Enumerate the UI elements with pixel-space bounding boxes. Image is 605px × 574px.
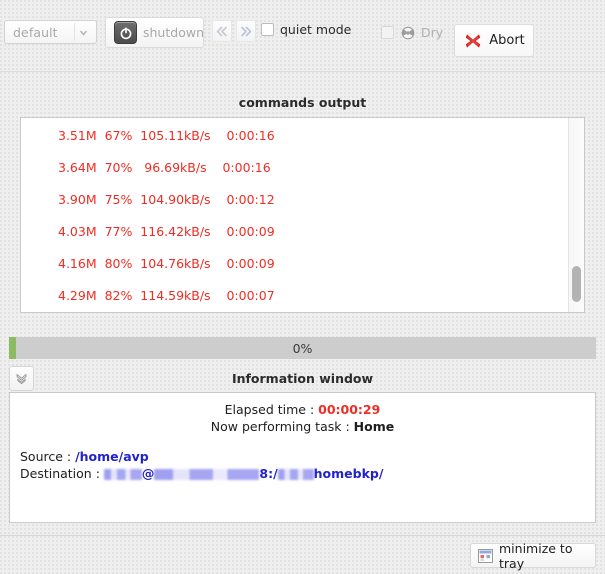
destination-at-symbol: @ [141, 466, 155, 481]
fast-forward-icon[interactable] [236, 20, 256, 42]
dry-run-checkbox-row[interactable]: Dry [381, 25, 443, 40]
chevron-down-icon [74, 23, 92, 41]
destination-port: 8:/ [259, 466, 278, 481]
profile-select[interactable]: default [4, 20, 97, 44]
current-task-value: Home [353, 419, 395, 434]
app-window: default shutdown quiet mode Dry Abort co… [0, 0, 605, 574]
destination-user-redacted [103, 469, 142, 480]
destination-row: Destination : @8:/ homebkp/ [20, 465, 585, 482]
source-value: /home/avp [75, 449, 149, 464]
toolbar: default shutdown quiet mode Dry Abort [0, 0, 605, 72]
destination-host-redacted [154, 469, 260, 480]
power-icon [114, 21, 137, 44]
minimize-to-tray-label: minimize to tray [499, 540, 573, 571]
rewind-icon[interactable] [212, 20, 232, 42]
commands-output-line: 3.90M 75% 104.90kB/s 0:00:12 [58, 192, 275, 207]
commands-output-lines: 3.51M 67% 105.11kB/s 0:00:16 3.64M 70% 96… [21, 118, 569, 312]
tray-window-icon [478, 548, 493, 563]
minimize-to-tray-button[interactable]: minimize to tray [470, 540, 596, 571]
quiet-mode-checkbox-row[interactable]: quiet mode [261, 22, 351, 37]
current-task-row: Now performing task : Home [20, 418, 585, 435]
commands-output-scrollbar[interactable] [568, 118, 584, 312]
elapsed-time-row: Elapsed time : 00:00:29 [20, 401, 585, 418]
profile-select-value: default [13, 24, 58, 40]
elapsed-time-label: Elapsed time : [224, 402, 319, 417]
quiet-mode-label: quiet mode [280, 22, 352, 37]
commands-output-title: commands output [238, 95, 367, 110]
commands-output-line: 4.03M 77% 116.42kB/s 0:00:09 [58, 224, 275, 239]
dry-run-checkbox[interactable] [381, 26, 394, 39]
toolbar-divider [0, 71, 605, 72]
elapsed-time-value: 00:00:29 [318, 402, 381, 417]
progress-fill [9, 337, 16, 359]
commands-output-line: 3.51M 67% 105.11kB/s 0:00:16 [58, 128, 275, 143]
abort-button-label: Abort [489, 33, 525, 48]
shutdown-button[interactable]: shutdown [105, 17, 204, 48]
radioactive-icon [400, 25, 415, 40]
transfer-paths: Source : /home/avp Destination : @8:/ hom… [20, 448, 585, 482]
progress-label: 0% [292, 340, 313, 356]
quiet-mode-checkbox[interactable] [261, 23, 274, 36]
shutdown-button-label: shutdown [143, 25, 204, 40]
source-row: Source : /home/avp [20, 448, 585, 465]
source-label: Source : [20, 449, 76, 464]
red-x-icon [463, 31, 483, 51]
destination-label: Destination : [20, 466, 104, 481]
information-window-panel: Elapsed time : 00:00:29 Now performing t… [9, 392, 596, 523]
destination-tail: homebkp/ [313, 466, 384, 481]
overall-progress-bar: 0% [9, 337, 596, 359]
commands-output-line: 4.29M 82% 114.59kB/s 0:00:07 [58, 288, 275, 303]
commands-output-panel[interactable]: 3.51M 67% 105.11kB/s 0:00:16 3.64M 70% 96… [20, 117, 585, 313]
dry-run-label: Dry [421, 25, 444, 40]
commands-output-scroll-thumb[interactable] [572, 266, 581, 302]
destination-path-redacted [277, 469, 314, 480]
footer-divider [0, 535, 605, 536]
commands-output-line: 4.16M 80% 104.76kB/s 0:00:09 [58, 256, 275, 271]
abort-button[interactable]: Abort [454, 24, 534, 57]
current-task-label: Now performing task : [210, 419, 354, 434]
information-window-title: Information window [231, 371, 374, 386]
commands-output-line: 3.64M 70% 96.69kB/s 0:00:16 [58, 160, 271, 175]
